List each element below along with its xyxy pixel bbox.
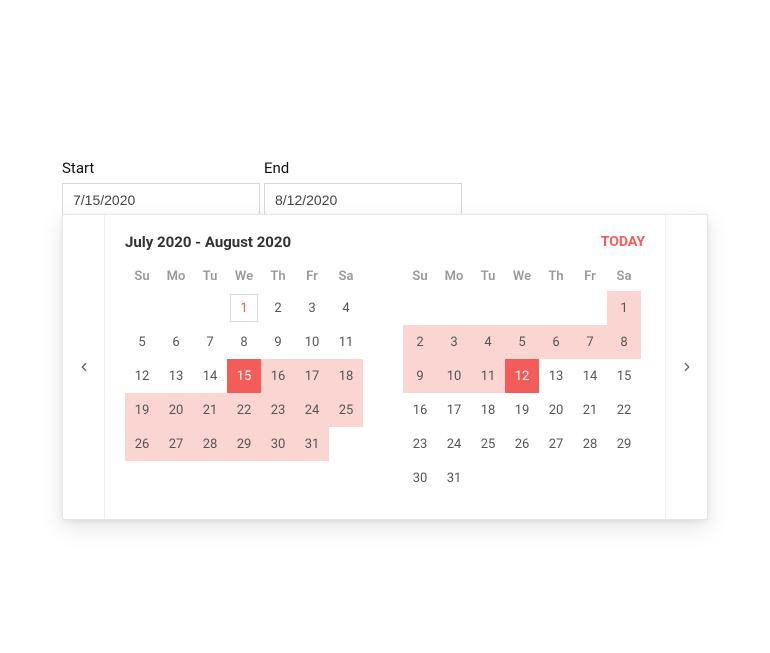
dow-header: Tu <box>471 261 505 291</box>
calendar-day[interactable]: 1 <box>607 291 641 325</box>
calendar-day[interactable]: 15 <box>227 359 261 393</box>
calendar-day[interactable]: 5 <box>505 325 539 359</box>
calendar-day[interactable]: 23 <box>403 427 437 461</box>
end-input[interactable] <box>264 183 462 217</box>
chevron-right-icon <box>680 360 694 374</box>
calendar-day[interactable]: 13 <box>539 359 573 393</box>
calendar-day[interactable]: 15 <box>607 359 641 393</box>
calendar-day[interactable]: 24 <box>295 393 329 427</box>
calendar-day[interactable]: 13 <box>159 359 193 393</box>
calendar-day[interactable]: 27 <box>159 427 193 461</box>
calendar-day[interactable]: 1 <box>227 291 261 325</box>
start-input[interactable] <box>62 183 260 217</box>
calendar-day[interactable]: 26 <box>505 427 539 461</box>
calendar-day[interactable]: 19 <box>505 393 539 427</box>
calendar-day[interactable]: 10 <box>437 359 471 393</box>
calendar-day[interactable]: 8 <box>607 325 641 359</box>
calendar-day[interactable]: 28 <box>193 427 227 461</box>
calendar-day[interactable]: 2 <box>403 325 437 359</box>
dow-header: Su <box>125 261 159 291</box>
calendar-day[interactable]: 23 <box>261 393 295 427</box>
calendar-day[interactable]: 10 <box>295 325 329 359</box>
calendar-day[interactable]: 17 <box>295 359 329 393</box>
calendar-day[interactable]: 14 <box>193 359 227 393</box>
range-title: July 2020 - August 2020 <box>125 233 291 251</box>
calendar-day[interactable]: 22 <box>227 393 261 427</box>
calendar-day[interactable]: 5 <box>125 325 159 359</box>
start-label: Start <box>62 159 260 177</box>
calendar-day[interactable]: 7 <box>193 325 227 359</box>
calendar-day[interactable]: 25 <box>329 393 363 427</box>
calendar-day[interactable]: 12 <box>505 359 539 393</box>
dow-header: Fr <box>295 261 329 291</box>
calendar-day[interactable]: 27 <box>539 427 573 461</box>
dow-header: Mo <box>159 261 193 291</box>
calendar-day[interactable]: 4 <box>329 291 363 325</box>
dow-header: Th <box>539 261 573 291</box>
dow-header: Sa <box>607 261 641 291</box>
calendar-day[interactable]: 28 <box>573 427 607 461</box>
dow-header: We <box>505 261 539 291</box>
calendar-day[interactable]: 8 <box>227 325 261 359</box>
calendar-day[interactable]: 26 <box>125 427 159 461</box>
end-label: End <box>264 159 462 177</box>
calendar-day[interactable]: 14 <box>573 359 607 393</box>
dow-header: Tu <box>193 261 227 291</box>
dow-header: We <box>227 261 261 291</box>
calendar-day[interactable]: 12 <box>125 359 159 393</box>
calendar-day[interactable]: 30 <box>403 461 437 495</box>
calendar-day[interactable]: 3 <box>295 291 329 325</box>
calendar-day[interactable]: 17 <box>437 393 471 427</box>
next-month-button[interactable] <box>665 215 707 519</box>
calendar-day[interactable]: 20 <box>539 393 573 427</box>
calendar-day[interactable]: 19 <box>125 393 159 427</box>
dow-header: Mo <box>437 261 471 291</box>
dow-header: Fr <box>573 261 607 291</box>
dow-header: Su <box>403 261 437 291</box>
calendar-day[interactable]: 30 <box>261 427 295 461</box>
calendar-month: SuMoTuWeThFrSa12345678910111213141516171… <box>125 261 363 495</box>
date-range-panel: July 2020 - August 2020 TODAY SuMoTuWeTh… <box>62 214 708 520</box>
calendar-day[interactable]: 6 <box>539 325 573 359</box>
calendar-day[interactable]: 4 <box>471 325 505 359</box>
calendar-month: SuMoTuWeThFrSa12345678910111213141516171… <box>403 261 641 495</box>
calendar-day[interactable]: 21 <box>573 393 607 427</box>
calendar-day[interactable]: 25 <box>471 427 505 461</box>
calendar-day[interactable]: 6 <box>159 325 193 359</box>
calendar-day[interactable]: 9 <box>403 359 437 393</box>
calendar-day[interactable]: 31 <box>295 427 329 461</box>
calendar-day[interactable]: 2 <box>261 291 295 325</box>
calendar-day[interactable]: 18 <box>471 393 505 427</box>
calendar-day[interactable]: 9 <box>261 325 295 359</box>
calendar-day[interactable]: 29 <box>227 427 261 461</box>
calendar-day[interactable]: 22 <box>607 393 641 427</box>
calendar-day[interactable]: 7 <box>573 325 607 359</box>
prev-month-button[interactable] <box>63 215 105 519</box>
calendar-day[interactable]: 31 <box>437 461 471 495</box>
calendar-day[interactable]: 11 <box>329 325 363 359</box>
calendar-day[interactable]: 11 <box>471 359 505 393</box>
calendar-day[interactable]: 29 <box>607 427 641 461</box>
calendar-day[interactable]: 16 <box>261 359 295 393</box>
today-button[interactable]: TODAY <box>601 234 645 250</box>
dow-header: Th <box>261 261 295 291</box>
calendar-day[interactable]: 16 <box>403 393 437 427</box>
calendar-day[interactable]: 20 <box>159 393 193 427</box>
calendar-day[interactable]: 24 <box>437 427 471 461</box>
calendar-day[interactable]: 18 <box>329 359 363 393</box>
chevron-left-icon <box>77 360 91 374</box>
calendar-day[interactable]: 3 <box>437 325 471 359</box>
calendar-day[interactable]: 21 <box>193 393 227 427</box>
dow-header: Sa <box>329 261 363 291</box>
